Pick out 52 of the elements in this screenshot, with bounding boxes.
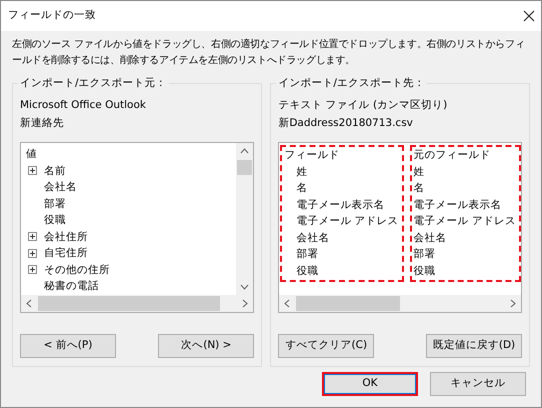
info-text: テキスト ファイル (カンマ区切り) xyxy=(278,99,448,111)
field-column[interactable]: 元のフィールド 姓 名 電子メール表示名 電子メール アドレス 会社名 部署 役職 xyxy=(410,145,521,282)
ok-button[interactable]: OK xyxy=(322,372,418,396)
list-item[interactable]: 部署 xyxy=(296,246,318,262)
list-item[interactable]: 部署 xyxy=(414,246,436,262)
instruction-text: 左側のソース ファイルから値をドラッグし、右側の適切なフィールド位置でドロップします。右側のリストからフィールドを削除するには、削除するアイテムを左側のリストへドラッグします。 xyxy=(12,38,526,68)
nav-button[interactable]: 既定値に戻す(D) xyxy=(426,334,522,358)
expand-icon[interactable] xyxy=(28,232,37,242)
list-item[interactable]: 会社名 xyxy=(296,230,330,246)
scrollbar-thumb[interactable] xyxy=(296,296,400,311)
expand-icon[interactable] xyxy=(28,248,37,258)
list-item[interactable]: 名 xyxy=(296,180,308,196)
list-item[interactable]: 電子メール アドレス xyxy=(296,213,399,230)
list-box[interactable]: フィールド 姓 名 電子メール表示名 電子メール アドレス 会社名 部署 役職 元のフィールド 姓 名 電子メール表示名 電子メール アドレス 会社名 部署 役職 xyxy=(278,142,522,313)
close-icon[interactable] xyxy=(523,10,535,22)
list-item[interactable]: 電子メール アドレス xyxy=(414,213,516,230)
list-box[interactable]: 値 名前 会社名 部署 役職 会社住所 自宅住所 その他の住所 秘書の電話 xyxy=(20,142,254,313)
column-header: 元のフィールド xyxy=(414,148,491,163)
nav-button[interactable]: 次へ(N) > xyxy=(158,334,254,358)
cancel-button[interactable]: キャンセル xyxy=(430,372,526,396)
nav-button[interactable]: < 前へ(P) xyxy=(20,334,116,358)
list-item[interactable]: その他の住所 xyxy=(44,262,110,278)
info-text: Microsoft Office Outlook xyxy=(20,99,146,111)
column-header: フィールド xyxy=(284,148,340,163)
list-item[interactable]: 名 xyxy=(414,180,425,196)
expand-icon[interactable] xyxy=(28,265,37,274)
list-item[interactable]: 姓 xyxy=(296,164,308,180)
scrollbar-thumb[interactable] xyxy=(237,160,252,175)
list-item[interactable]: 会社名 xyxy=(414,230,447,246)
scrollbar-thumb[interactable] xyxy=(38,296,220,311)
window-title: フィールドの一致 xyxy=(8,8,96,24)
list-header: 値 xyxy=(26,147,37,162)
list-item[interactable]: 電子メール表示名 xyxy=(414,196,502,213)
list-item[interactable]: 役職 xyxy=(296,262,318,279)
info-text: 新連絡先 xyxy=(20,117,64,129)
expand-icon[interactable] xyxy=(28,166,37,176)
list-item[interactable]: 秘書の電話 xyxy=(44,278,99,294)
vertical-scrollbar[interactable] xyxy=(236,143,254,295)
list-item[interactable]: 部署 xyxy=(44,196,66,212)
horizontal-scrollbar[interactable] xyxy=(279,295,521,312)
list-item[interactable]: 会社住所 xyxy=(44,228,88,245)
list-item[interactable]: 会社名 xyxy=(44,179,77,196)
list-item[interactable]: 電子メール表示名 xyxy=(296,196,384,213)
list-item[interactable]: 姓 xyxy=(414,164,425,180)
field-column[interactable]: フィールド 姓 名 電子メール表示名 電子メール アドレス 会社名 部署 役職 xyxy=(280,145,404,282)
list-item[interactable]: 自宅住所 xyxy=(44,245,88,262)
list-item[interactable]: 名前 xyxy=(44,162,66,179)
horizontal-scrollbar[interactable] xyxy=(21,295,254,312)
list-item[interactable]: 役職 xyxy=(414,262,436,279)
info-text: 新Daddress20180713.csv xyxy=(278,117,413,129)
list-item[interactable]: 役職 xyxy=(44,212,66,228)
nav-button[interactable]: すべてクリア(C) xyxy=(278,334,374,358)
